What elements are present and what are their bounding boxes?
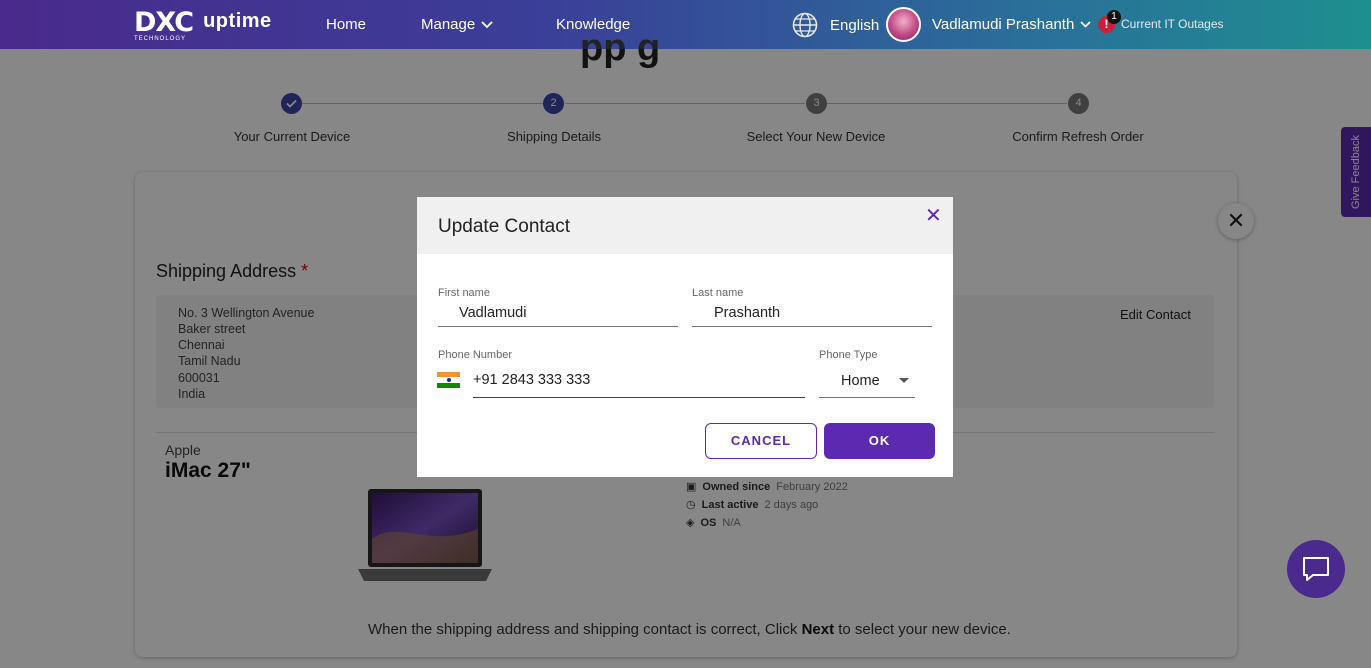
current-it-outages-link[interactable]: Current IT Outages	[1121, 17, 1224, 31]
chat-button[interactable]	[1287, 540, 1345, 598]
last-name-field[interactable]: Prashanth	[714, 305, 780, 321]
nav-manage[interactable]: Manage	[421, 16, 493, 33]
first-name-label: First name	[438, 287, 490, 299]
dxc-uptime-logo[interactable]: DXC TECHNOLOGY uptime	[134, 7, 272, 42]
alert-count-badge: 1	[1107, 10, 1121, 24]
update-contact-dialog: Update Contact ✕ First name Vadlamudi La…	[417, 197, 953, 477]
top-nav-bar: DXC TECHNOLOGY uptime Home Manage Knowle…	[0, 0, 1371, 49]
phone-number-underline	[473, 397, 805, 398]
language-selector[interactable]: English	[830, 17, 879, 34]
first-name-field[interactable]: Vadlamudi	[459, 305, 526, 321]
dialog-title: Update Contact	[438, 216, 571, 237]
phone-type-select[interactable]: Home	[841, 373, 880, 389]
phone-number-label: Phone Number	[438, 349, 512, 361]
last-name-underline	[692, 326, 932, 327]
chevron-down-icon	[1080, 21, 1091, 28]
logo-mark: DXC	[134, 7, 194, 38]
ok-button[interactable]: OK	[824, 423, 935, 459]
user-menu[interactable]: Vadlamudi Prashanth	[932, 16, 1091, 33]
dialog-header: Update Contact ✕	[417, 197, 953, 254]
chevron-down-icon	[481, 20, 493, 28]
dropdown-caret-icon[interactable]	[899, 378, 909, 383]
phone-number-field[interactable]: +91 2843 333 333	[473, 372, 590, 388]
phone-type-underline	[819, 397, 915, 398]
nav-home[interactable]: Home	[326, 16, 366, 33]
first-name-underline	[438, 326, 678, 327]
last-name-label: Last name	[692, 287, 744, 299]
close-icon[interactable]: ✕	[925, 203, 942, 228]
globe-icon[interactable]	[792, 12, 818, 38]
cancel-button[interactable]: CANCEL	[705, 423, 817, 459]
nav-manage-label: Manage	[421, 16, 476, 33]
phone-type-label: Phone Type	[819, 349, 878, 361]
user-avatar[interactable]	[886, 7, 921, 42]
logo-product-name: uptime	[203, 10, 272, 32]
india-flag-icon[interactable]	[437, 372, 460, 388]
logo-subtext: TECHNOLOGY	[134, 36, 187, 42]
chat-icon	[1303, 557, 1329, 581]
user-name: Vadlamudi Prashanth	[932, 16, 1075, 33]
